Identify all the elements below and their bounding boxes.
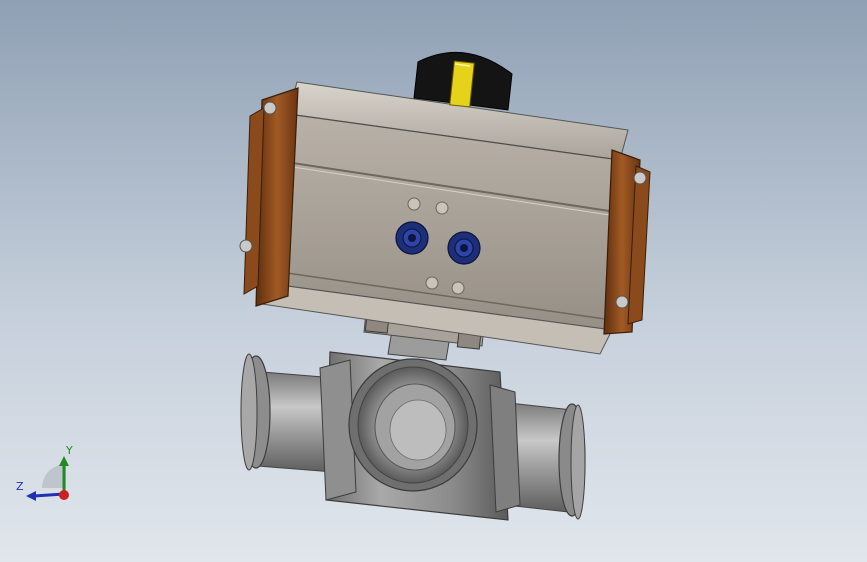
valve-body xyxy=(240,329,586,521)
ball-valve-model[interactable] xyxy=(0,0,867,562)
z-axis-arrow xyxy=(26,491,36,501)
orientation-triad: Y Z xyxy=(16,444,73,501)
triad-plane xyxy=(42,464,66,488)
cad-viewport[interactable]: Y Z xyxy=(0,0,867,562)
x-axis-dot xyxy=(59,490,69,500)
pneumatic-actuator xyxy=(239,81,651,355)
z-axis-label: Z xyxy=(16,480,24,493)
y-axis-label: Y xyxy=(65,444,73,457)
y-axis-arrow xyxy=(59,456,69,466)
